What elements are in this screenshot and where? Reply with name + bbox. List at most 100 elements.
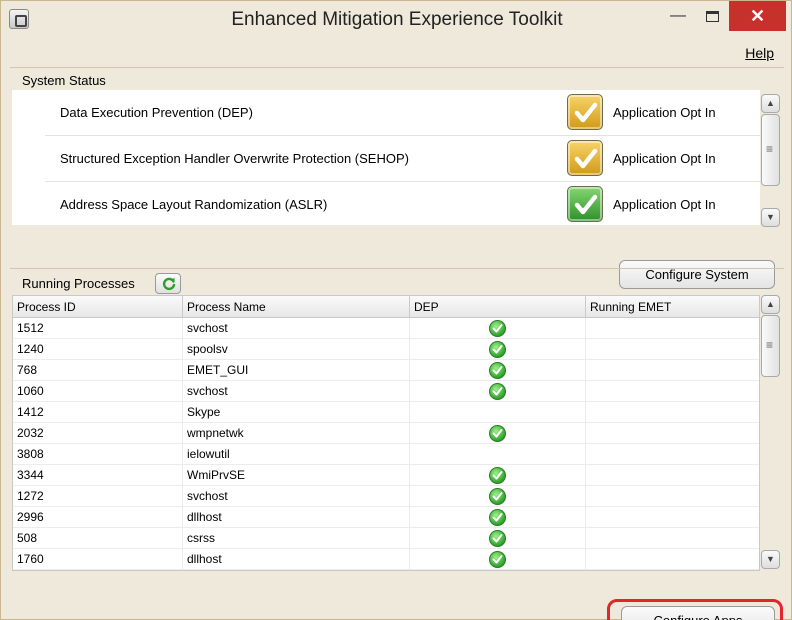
green-check-icon[interactable] <box>567 186 603 222</box>
column-header[interactable]: Process Name <box>183 296 410 318</box>
process-id-cell: 3808 <box>13 444 183 465</box>
running-emet-cell <box>586 423 759 444</box>
yellow-check-icon[interactable] <box>567 140 603 176</box>
dep-enabled-icon <box>489 467 506 484</box>
configure-apps-button[interactable]: Configure Apps <box>621 606 775 620</box>
running-emet-cell <box>586 444 759 465</box>
process-id-cell: 1512 <box>13 318 183 339</box>
system-status-row: Address Space Layout Randomization (ASLR… <box>45 182 760 225</box>
process-name-cell: wmpnetwk <box>183 423 410 444</box>
dep-enabled-icon <box>489 509 506 526</box>
scroll-thumb[interactable] <box>761 114 780 186</box>
table-row[interactable]: 2032 wmpnetwk <box>13 423 759 444</box>
feature-name: Address Space Layout Randomization (ASLR… <box>60 197 328 212</box>
system-status-list: Data Execution Prevention (DEP) Applicati… <box>12 90 760 225</box>
system-status-scrollbar[interactable]: ▲ ▼ <box>761 94 780 227</box>
table-row[interactable]: 1060 svchost <box>13 381 759 402</box>
running-emet-cell <box>586 486 759 507</box>
process-name-cell: WmiPrvSE <box>183 465 410 486</box>
maximize-icon <box>705 11 719 22</box>
dep-enabled-icon <box>489 551 506 568</box>
process-name-cell: svchost <box>183 318 410 339</box>
dep-cell <box>410 339 586 360</box>
column-header[interactable]: Running EMET <box>586 296 759 318</box>
column-header[interactable]: DEP <box>410 296 586 318</box>
process-id-cell: 1272 <box>13 486 183 507</box>
running-emet-cell <box>586 549 759 570</box>
feature-name: Structured Exception Handler Overwrite P… <box>60 151 409 166</box>
dep-enabled-icon <box>489 383 506 400</box>
process-name-cell: Skype <box>183 402 410 423</box>
dep-enabled-icon <box>489 341 506 358</box>
system-status-title: System Status <box>22 73 106 88</box>
table-header: Process ID Process Name DEP Running EMET <box>13 296 759 318</box>
dep-cell <box>410 423 586 444</box>
dep-cell <box>410 465 586 486</box>
close-button[interactable]: ✕ <box>729 1 786 31</box>
process-id-cell: 1240 <box>13 339 183 360</box>
process-id-cell: 1760 <box>13 549 183 570</box>
scroll-down-button[interactable]: ▼ <box>761 208 780 227</box>
running-emet-cell <box>586 507 759 528</box>
running-emet-cell <box>586 360 759 381</box>
table-row[interactable]: 2996 dllhost <box>13 507 759 528</box>
table-row[interactable]: 1240 spoolsv <box>13 339 759 360</box>
minimize-button[interactable]: — <box>661 1 695 31</box>
dep-enabled-icon <box>489 362 506 379</box>
client-area: Help System Status Data Execution Preven… <box>10 39 784 620</box>
menu-help-label: Help <box>745 45 774 61</box>
table-row[interactable]: 1512 svchost <box>13 318 759 339</box>
emet-window: Enhanced Mitigation Experience Toolkit —… <box>0 0 792 620</box>
scroll-up-button[interactable]: ▲ <box>761 295 780 314</box>
processes-scrollbar[interactable]: ▲ ▼ <box>761 295 780 571</box>
running-emet-cell <box>586 381 759 402</box>
table-row[interactable]: 3344 WmiPrvSE <box>13 465 759 486</box>
scroll-down-button[interactable]: ▼ <box>761 550 780 569</box>
process-name-cell: ielowutil <box>183 444 410 465</box>
yellow-check-icon[interactable] <box>567 94 603 130</box>
column-header[interactable]: Process ID <box>13 296 183 318</box>
process-name-cell: svchost <box>183 381 410 402</box>
dep-cell <box>410 528 586 549</box>
table-row[interactable]: 508 csrss <box>13 528 759 549</box>
system-status-row: Structured Exception Handler Overwrite P… <box>45 136 760 182</box>
process-name-cell: csrss <box>183 528 410 549</box>
dep-enabled-icon <box>489 530 506 547</box>
feature-status: Application Opt In <box>613 105 716 120</box>
dep-cell <box>410 381 586 402</box>
table-row[interactable]: 1412 Skype <box>13 402 759 423</box>
refresh-button[interactable] <box>155 273 181 294</box>
refresh-icon <box>162 277 176 291</box>
running-processes-title: Running Processes <box>22 276 135 291</box>
scroll-thumb[interactable] <box>761 315 780 377</box>
menu-help[interactable]: Help <box>745 45 774 61</box>
dep-cell <box>410 549 586 570</box>
dep-cell <box>410 402 586 423</box>
title-bar[interactable]: Enhanced Mitigation Experience Toolkit —… <box>1 1 791 38</box>
table-row[interactable]: 3808 ielowutil <box>13 444 759 465</box>
dep-cell <box>410 507 586 528</box>
scroll-up-button[interactable]: ▲ <box>761 94 780 113</box>
table-row[interactable]: 1272 svchost <box>13 486 759 507</box>
dep-enabled-icon <box>489 488 506 505</box>
running-emet-cell <box>586 318 759 339</box>
menu-bar: Help <box>10 39 784 67</box>
maximize-button[interactable] <box>695 1 729 31</box>
processes-table: Process ID Process Name DEP Running EMET 15… <box>12 295 760 571</box>
process-id-cell: 1412 <box>13 402 183 423</box>
dep-enabled-icon <box>489 320 506 337</box>
dep-enabled-icon <box>489 425 506 442</box>
feature-status: Application Opt In <box>613 197 716 212</box>
process-id-cell: 3344 <box>13 465 183 486</box>
table-row[interactable]: 768 EMET_GUI <box>13 360 759 381</box>
dep-cell <box>410 360 586 381</box>
process-id-cell: 508 <box>13 528 183 549</box>
running-emet-cell <box>586 465 759 486</box>
dep-cell <box>410 486 586 507</box>
process-id-cell: 768 <box>13 360 183 381</box>
system-status-row: Data Execution Prevention (DEP) Applicati… <box>45 90 760 136</box>
system-status-group: System Status Data Execution Prevention … <box>10 67 784 299</box>
dep-cell <box>410 444 586 465</box>
feature-name: Data Execution Prevention (DEP) <box>60 105 253 120</box>
table-row[interactable]: 1760 dllhost <box>13 549 759 570</box>
